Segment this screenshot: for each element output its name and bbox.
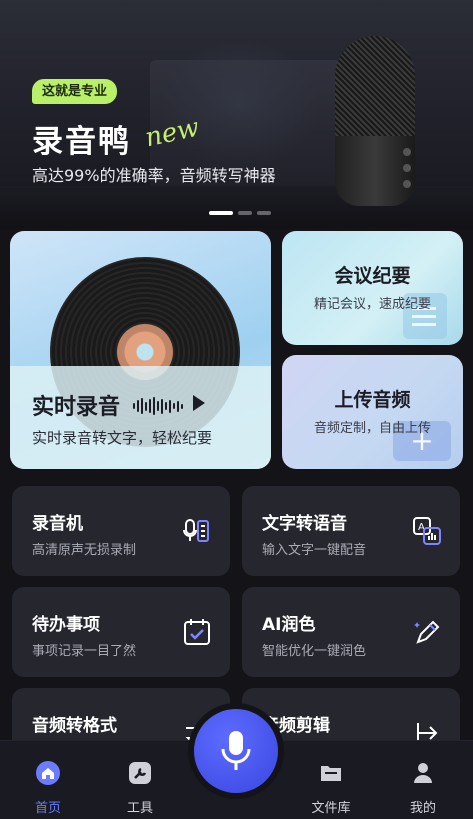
tool-title: 待办事项 (32, 615, 100, 635)
tool-subtitle: 输入文字一键配音 (262, 543, 367, 558)
microphone-illustration (330, 36, 420, 221)
promo-tag: 这就是专业 (32, 79, 118, 104)
nav-label: 工具 (126, 801, 153, 816)
carousel-dot[interactable] (257, 211, 271, 215)
nav-tools[interactable]: 工具 (105, 761, 175, 816)
carousel-dot[interactable] (209, 211, 233, 215)
home-icon (36, 761, 60, 785)
meeting-minutes-subtitle: 精记会议，速成纪要 (313, 297, 431, 312)
tool-text-to-speech[interactable]: 文字转语音 输入文字一键配音 A (242, 486, 460, 576)
tool-title: 录音机 (32, 514, 83, 534)
live-recording-subtitle: 实时录音转文字，轻松纪要 (32, 429, 213, 447)
upload-audio-title: 上传音频 (334, 389, 411, 411)
carousel-dot[interactable] (238, 211, 252, 215)
promo-banner[interactable]: 这就是专业 录音鸭 new 高达99%的准确率，音频转写神器 (0, 0, 473, 228)
recorder-icon (183, 519, 209, 542)
tool-title: AI润色 (262, 615, 316, 635)
magic-pen-icon (414, 620, 440, 644)
folder-icon (321, 766, 341, 781)
text-to-speech-icon: A (413, 517, 441, 545)
waveform-icon (133, 396, 183, 416)
user-icon (414, 763, 432, 783)
microphone-icon (221, 731, 251, 770)
calendar-check-icon (184, 619, 210, 645)
nav-label: 我的 (409, 801, 436, 816)
nav-label: 文件库 (311, 801, 351, 816)
record-button[interactable] (194, 709, 278, 793)
nav-file-library[interactable]: 文件库 (296, 761, 366, 816)
upload-audio-subtitle: 音频定制，自由上传 (313, 421, 431, 436)
play-icon[interactable] (193, 395, 205, 411)
tool-subtitle: 智能优化一键润色 (262, 644, 367, 659)
nav-home[interactable]: 首页 (13, 761, 83, 816)
wrench-icon (129, 762, 151, 784)
live-recording-title: 实时录音 (32, 395, 121, 420)
tool-title: 音频转格式 (32, 716, 117, 736)
banner-subtitle: 高达99%的准确率，音频转写神器 (32, 166, 276, 185)
tool-subtitle: 高清原声无损录制 (32, 543, 137, 558)
nav-label: 首页 (34, 801, 61, 816)
meeting-minutes-title: 会议纪要 (334, 265, 411, 287)
tool-title: 文字转语音 (262, 514, 347, 534)
meeting-minutes-card[interactable]: 会议纪要 精记会议，速成纪要 (282, 231, 463, 345)
carousel-indicator[interactable] (209, 211, 271, 215)
nav-profile[interactable]: 我的 (388, 761, 458, 816)
tool-recorder[interactable]: 录音机 高清原声无损录制 (12, 486, 230, 576)
tool-todo[interactable]: 待办事项 事项记录一目了然 (12, 587, 230, 677)
upload-audio-card[interactable]: + 上传音频 音频定制，自由上传 (282, 355, 463, 469)
tool-ai-polish[interactable]: AI润色 智能优化一键润色 (242, 587, 460, 677)
tool-subtitle: 事项记录一目了然 (32, 644, 137, 659)
brand-title: 录音鸭 (32, 124, 131, 160)
live-recording-card[interactable]: 实时录音 实时录音转文字，轻松纪要 (10, 231, 271, 469)
